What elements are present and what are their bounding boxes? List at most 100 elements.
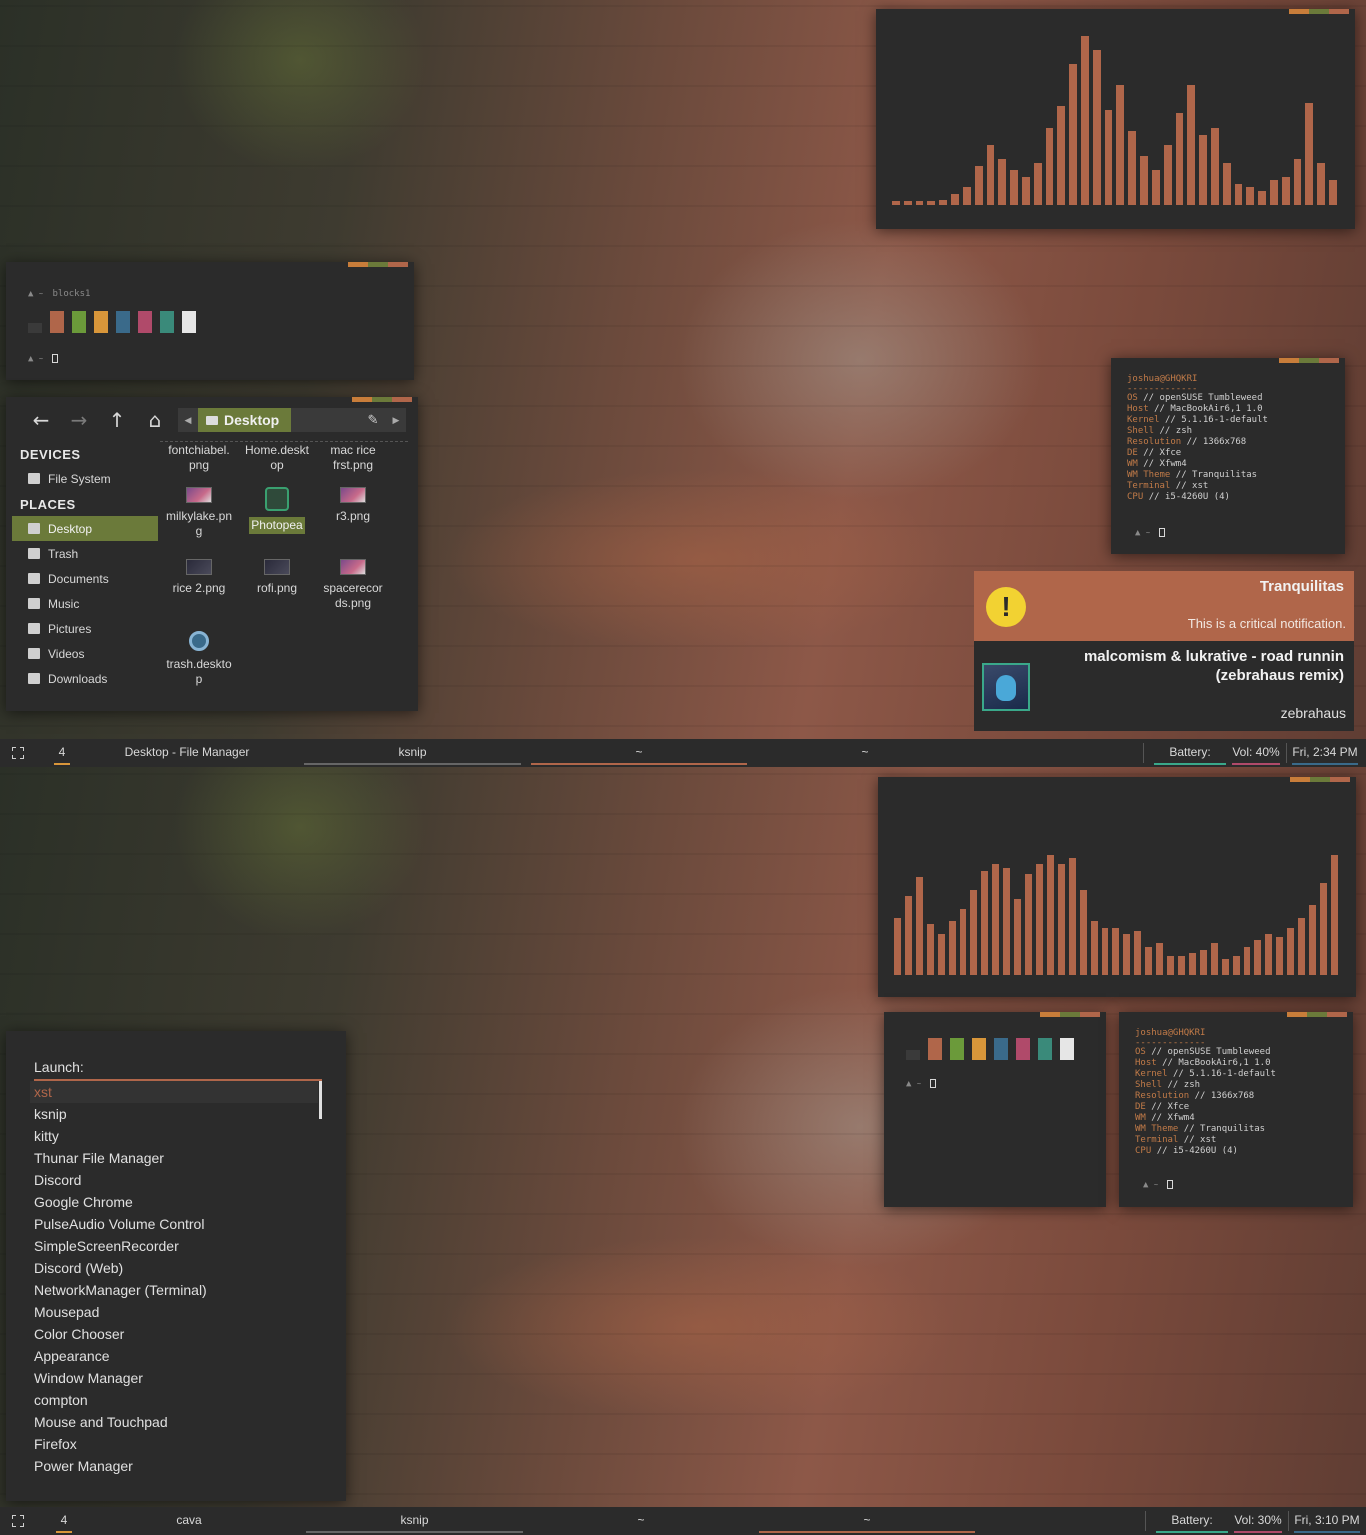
visualizer-bar [1270, 180, 1278, 205]
task-button[interactable]: ~ [533, 1507, 749, 1535]
clock[interactable]: Fri, 2:34 PM [1292, 739, 1358, 767]
task-button[interactable]: Desktop - File Manager [82, 739, 292, 767]
launcher-item[interactable]: Firefox [30, 1433, 318, 1455]
battery-indicator[interactable]: Battery: 89%, [1154, 739, 1226, 767]
sidebar-item-desktop[interactable]: Desktop [12, 516, 158, 541]
launcher-item[interactable]: Google Chrome [30, 1191, 318, 1213]
application-launcher[interactable]: Launch: xst ksnip kitty Thunar File Manager… [6, 1031, 346, 1501]
battery-indicator[interactable]: Battery: 98%, [1156, 1507, 1228, 1535]
task-button[interactable]: ~ [759, 1507, 975, 1535]
launcher-item[interactable]: PulseAudio Volume Control [30, 1213, 318, 1235]
edit-location-icon[interactable]: ✎ [360, 412, 386, 428]
file-name: r3.png [335, 509, 371, 523]
volume-indicator[interactable]: Vol: 40% [1232, 739, 1280, 767]
launcher-item[interactable]: Mouse and Touchpad [30, 1411, 318, 1433]
up-arrow-icon[interactable]: ↑ [98, 407, 136, 433]
clock[interactable]: Fri, 3:10 PM [1294, 1507, 1360, 1535]
launcher-scrollbar[interactable] [319, 1081, 322, 1119]
launcher-item[interactable]: Mousepad [30, 1301, 318, 1323]
file-item[interactable]: milkylake.pn g [160, 487, 238, 539]
sidebar-item-trash[interactable]: Trash [12, 541, 158, 566]
window-accent-stripe [348, 262, 408, 267]
file-item[interactable]: r3.png [314, 487, 392, 524]
blocks-terminal-window[interactable]: ▲ ~ [884, 1012, 1106, 1207]
launcher-item[interactable]: NetworkManager (Terminal) [30, 1279, 318, 1301]
window-accent-stripe [1289, 9, 1349, 14]
task-label: ~ [863, 1513, 871, 1527]
music-icon [28, 598, 40, 609]
file-item[interactable]: rice 2.png [160, 559, 238, 596]
visualizer-bar [1293, 159, 1302, 205]
sidebar-item-file-system[interactable]: File System [12, 466, 158, 491]
file-item[interactable]: spacerecor ds.png [314, 559, 392, 611]
track-artist: zebrahaus [1280, 705, 1346, 721]
file-item[interactable]: fontchiabel. png [160, 443, 238, 473]
launcher-item[interactable]: Power Manager [30, 1455, 318, 1477]
music-notification[interactable]: malcomism & lukrative - road runnin (zeb… [974, 641, 1354, 731]
show-desktop-icon[interactable] [12, 1515, 24, 1527]
path-crumb-desktop[interactable]: Desktop [198, 408, 292, 432]
neofetch-terminal-window[interactable]: joshua@GHQKRI ------------- OS // openSU… [1111, 358, 1345, 554]
neofetch-terminal-window[interactable]: joshua@GHQKRI ------------- OS // openSU… [1119, 1012, 1353, 1207]
back-arrow-icon[interactable]: ← [22, 407, 60, 433]
launcher-item[interactable]: Appearance [30, 1345, 318, 1367]
sidebar-item-downloads[interactable]: Downloads [12, 666, 158, 691]
task-button[interactable]: cava [84, 1507, 294, 1535]
file-item[interactable]: rofi.png [238, 559, 316, 596]
home-icon[interactable]: ⌂ [136, 407, 174, 433]
visualizer-bar [1151, 169, 1160, 205]
prompt-glyph: ▲ [906, 1079, 912, 1089]
path-scroll-right-icon[interactable]: ▶ [386, 415, 406, 426]
visualizer-bar [981, 870, 989, 975]
workspace-button[interactable]: 4 [50, 739, 74, 767]
forward-arrow-icon[interactable]: → [60, 407, 98, 433]
file-item[interactable]: mac rice frst.png [314, 443, 392, 473]
window-accent-stripe [1279, 358, 1339, 363]
launcher-item[interactable]: Discord [30, 1169, 318, 1191]
volume-indicator[interactable]: Vol: 30% [1234, 1507, 1282, 1535]
launcher-item[interactable]: SimpleScreenRecorder [30, 1235, 318, 1257]
file-manager-window[interactable]: ← → ↑ ⌂ ◀ Desktop ✎ ▶ DEVICES File Syste… [6, 397, 418, 711]
visualizer-bar [1092, 50, 1101, 205]
blocks-terminal-window[interactable]: ▲ ~ blocks1 ▲ ~ [6, 262, 414, 380]
task-button[interactable]: ksnip [304, 739, 521, 767]
visualizer-bar [1081, 36, 1089, 205]
launcher-item[interactable]: Window Manager [30, 1367, 318, 1389]
visualizer-bar [1145, 946, 1153, 975]
sidebar-item-videos[interactable]: Videos [12, 641, 158, 666]
launcher-item[interactable]: Discord (Web) [30, 1257, 318, 1279]
workspace-button[interactable]: 4 [52, 1507, 76, 1535]
sidebar-item-pictures[interactable]: Pictures [12, 616, 158, 641]
image-thumbnail-icon [264, 559, 290, 575]
file-item[interactable]: Home.deskt op [238, 443, 316, 473]
neofetch-value: 1366x768 [1202, 437, 1247, 447]
sidebar-item-music[interactable]: Music [12, 591, 158, 616]
terminal-prompt-line: ▲ ~ [1135, 528, 1166, 539]
sidebar-item-label: File System [48, 471, 111, 486]
task-button[interactable]: ~ [531, 739, 747, 767]
cava-visualizer-window[interactable] [878, 777, 1356, 997]
show-desktop-icon[interactable] [12, 747, 24, 759]
critical-notification[interactable]: ! Tranquilitas This is a critical notifi… [974, 571, 1354, 641]
sidebar-item-label: Pictures [48, 621, 92, 636]
color-swatch [182, 311, 196, 333]
visualizer-bar [1317, 162, 1326, 205]
prompt-tilde: ~ [38, 355, 44, 363]
launcher-item[interactable]: Color Chooser [30, 1323, 318, 1345]
launcher-item[interactable]: kitty [30, 1125, 318, 1147]
file-item[interactable]: Photopea [238, 487, 316, 534]
cava-visualizer-window[interactable] [876, 9, 1355, 229]
launcher-item[interactable]: Thunar File Manager [30, 1147, 318, 1169]
visualizer-bar [1101, 927, 1109, 975]
launcher-item[interactable]: ksnip [30, 1103, 318, 1125]
launcher-item[interactable]: compton [30, 1389, 318, 1411]
launcher-item[interactable]: xst [30, 1081, 318, 1103]
neofetch-key: Shell [1127, 426, 1155, 436]
task-button[interactable]: ksnip [306, 1507, 523, 1535]
task-button[interactable]: ~ [757, 739, 973, 767]
path-scroll-left-icon[interactable]: ◀ [178, 415, 198, 426]
file-item[interactable]: trash.deskto p [160, 631, 238, 687]
color-swatch [972, 1038, 986, 1060]
sidebar-item-documents[interactable]: Documents [12, 566, 158, 591]
visualizer-bar [1246, 187, 1255, 205]
